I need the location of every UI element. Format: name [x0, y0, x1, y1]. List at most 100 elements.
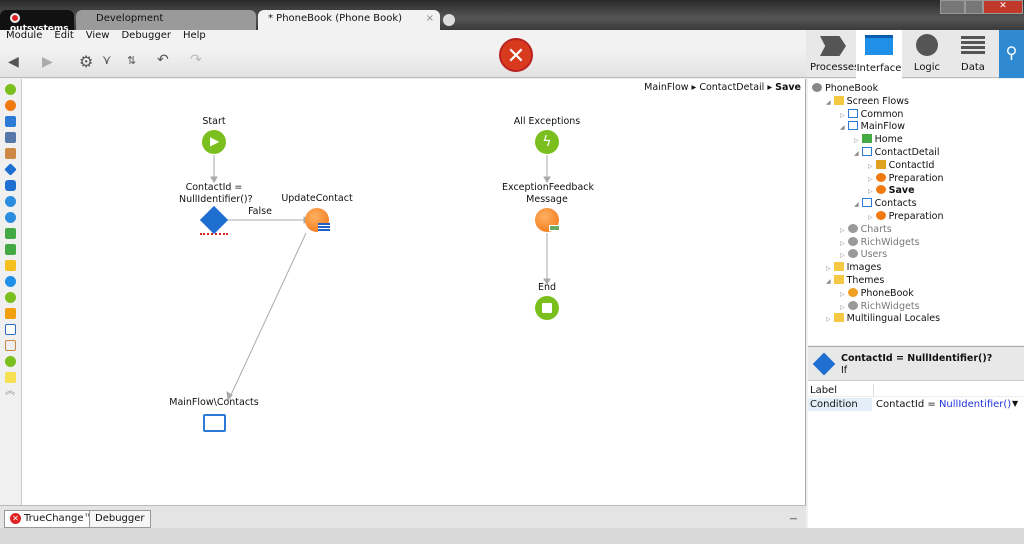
record-to-excel-icon[interactable] — [5, 244, 16, 255]
foreach-icon[interactable] — [5, 196, 16, 207]
tree-item[interactable]: ▷ RichWidgets — [840, 300, 920, 312]
tree-item[interactable]: ◢ Themes — [826, 275, 884, 286]
condition-dropdown-icon[interactable]: ▼ — [1012, 399, 1018, 408]
tab-label: Processes — [810, 62, 860, 73]
search-icon[interactable]: ⚲ — [999, 30, 1024, 78]
gear-icon[interactable]: ⚙ — [79, 52, 93, 71]
menu-debugger[interactable]: Debugger — [121, 30, 171, 41]
raise-exception-icon[interactable] — [5, 308, 16, 319]
menu-edit[interactable]: Edit — [54, 30, 73, 41]
close-tab-icon[interactable]: × — [426, 13, 434, 24]
tab-dropdown-icon[interactable] — [443, 14, 455, 26]
tab-debugger[interactable]: Debugger — [89, 510, 151, 528]
label-input[interactable] — [873, 384, 1024, 397]
exception-handler-icon[interactable] — [5, 292, 16, 303]
expand-icon[interactable]: ▷ — [826, 265, 831, 272]
tree-item[interactable]: ◢ MainFlow — [840, 121, 905, 132]
forward-icon[interactable]: ▶ — [42, 54, 53, 70]
destination-icon[interactable] — [5, 324, 16, 335]
tree-item[interactable]: ◢ ContactDetail — [854, 147, 940, 158]
start-tool-icon[interactable] — [5, 84, 16, 95]
tree-item[interactable]: ◢ Contacts — [854, 198, 917, 209]
collapse-icon[interactable]: ◢ — [840, 124, 845, 131]
tab-phonebook[interactable]: * PhoneBook (Phone Book) × — [258, 10, 440, 30]
comment-icon[interactable] — [5, 372, 16, 383]
collapse-icon[interactable]: ◢ — [826, 278, 831, 285]
tree-item[interactable]: ▷ Save — [868, 185, 915, 196]
start-node[interactable]: ▶ — [202, 130, 226, 154]
tree-item[interactable]: ▷ Users — [840, 249, 887, 260]
expand-icon[interactable]: ▷ — [840, 227, 845, 234]
tree-item[interactable]: ▷ Charts — [840, 223, 892, 235]
expand-icon[interactable]: ▷ — [868, 188, 873, 195]
flow-canvas[interactable]: MainFlow ▸ ContactDetail ▸ Save Start ▶ … — [22, 79, 806, 505]
if-icon[interactable] — [4, 163, 17, 176]
expand-icon[interactable]: ▷ — [840, 291, 845, 298]
run-server-action-icon[interactable] — [5, 100, 16, 111]
tree-item[interactable]: PhoneBook — [812, 83, 878, 94]
back-icon[interactable]: ◀ — [8, 54, 19, 70]
tree-item[interactable]: ▷ Home — [854, 134, 903, 145]
tree-item[interactable]: ▷ Images — [826, 262, 881, 273]
email-icon[interactable] — [5, 260, 16, 271]
assign-icon[interactable] — [5, 212, 16, 223]
tab-truechange[interactable]: ✕ TrueChange™ — [4, 510, 100, 528]
expand-icon[interactable]: ▷ — [854, 137, 859, 144]
expand-icon[interactable]: ▷ — [840, 304, 845, 311]
menu-help[interactable]: Help — [183, 30, 206, 41]
compare-icon[interactable]: ⋎ — [102, 53, 112, 68]
collapse-panel-icon[interactable]: ▁ — [790, 510, 797, 520]
toolbox: ︽ — [0, 79, 22, 505]
aggregate-icon[interactable] — [5, 116, 16, 127]
tree-item[interactable]: ▷ Preparation — [868, 211, 944, 222]
tree-item[interactable]: ▷ RichWidgets — [840, 236, 920, 248]
restore-button[interactable] — [965, 0, 983, 14]
refresh-icon[interactable] — [5, 276, 16, 287]
menu-view[interactable]: View — [86, 30, 110, 41]
download-icon[interactable] — [5, 340, 16, 351]
end-icon[interactable] — [5, 356, 16, 367]
condition-input[interactable]: ContactId = NullIdentifier() — [876, 399, 1011, 410]
collapse-icon[interactable]: ◢ — [854, 150, 859, 157]
expand-icon[interactable]: ▷ — [840, 240, 845, 247]
expand-icon[interactable]: ▷ — [826, 316, 831, 323]
expand-icon[interactable]: ▷ — [840, 252, 845, 259]
collapse-icon[interactable]: ︽ — [5, 387, 16, 399]
switch-icon[interactable] — [5, 180, 16, 191]
undo-icon[interactable]: ↶ — [157, 52, 169, 68]
properties-panel: ContactId = NullIdentifier()? If Label C… — [808, 346, 1024, 544]
tab-logic[interactable]: Logic — [904, 30, 950, 78]
expand-icon[interactable]: ▷ — [868, 163, 873, 170]
expand-icon[interactable]: ▷ — [868, 176, 873, 183]
tab-label: * PhoneBook (Phone Book) — [268, 13, 403, 24]
error-x-icon[interactable]: ✕ — [499, 38, 533, 72]
outsystems-logo[interactable]: outsystems — [0, 10, 74, 34]
tree-item[interactable]: ▷ Multilingual Locales — [826, 313, 940, 324]
expand-icon[interactable]: ▷ — [840, 112, 845, 119]
destination-node[interactable] — [203, 414, 226, 432]
property-row-condition: Condition ContactId = NullIdentifier() ▼ — [808, 398, 1024, 411]
record-list-icon[interactable] — [5, 148, 16, 159]
exception-handler-node[interactable]: ϟ — [535, 130, 559, 154]
tree-item[interactable]: ▷ Preparation — [868, 172, 944, 184]
collapse-icon[interactable]: ◢ — [826, 99, 831, 106]
redo-icon[interactable]: ↷ — [190, 52, 202, 68]
sql-icon[interactable] — [5, 132, 16, 143]
tab-processes[interactable]: Processes — [810, 30, 860, 78]
merge-icon[interactable]: ⇅ — [127, 54, 136, 67]
destination-label: MainFlow\Contacts — [169, 397, 259, 408]
excel-to-record-icon[interactable] — [5, 228, 16, 239]
expand-icon[interactable]: ▷ — [868, 214, 873, 221]
tree-item[interactable]: ▷ PhoneBook — [840, 287, 914, 299]
minimize-button[interactable] — [940, 0, 965, 14]
menu-module[interactable]: Module — [6, 30, 42, 41]
tab-data[interactable]: Data — [950, 30, 996, 78]
tree-item[interactable]: ▷ ContactId — [868, 159, 934, 171]
end-node[interactable] — [535, 296, 559, 320]
collapse-icon[interactable]: ◢ — [854, 201, 859, 208]
window-close-button[interactable]: ✕ — [983, 0, 1023, 14]
tab-development[interactable]: Development — [76, 10, 256, 30]
tab-interface[interactable]: Interface — [856, 30, 902, 79]
tree-item[interactable]: ◢ Screen Flows — [826, 95, 909, 107]
tree-item[interactable]: ▷ Common — [840, 108, 903, 120]
